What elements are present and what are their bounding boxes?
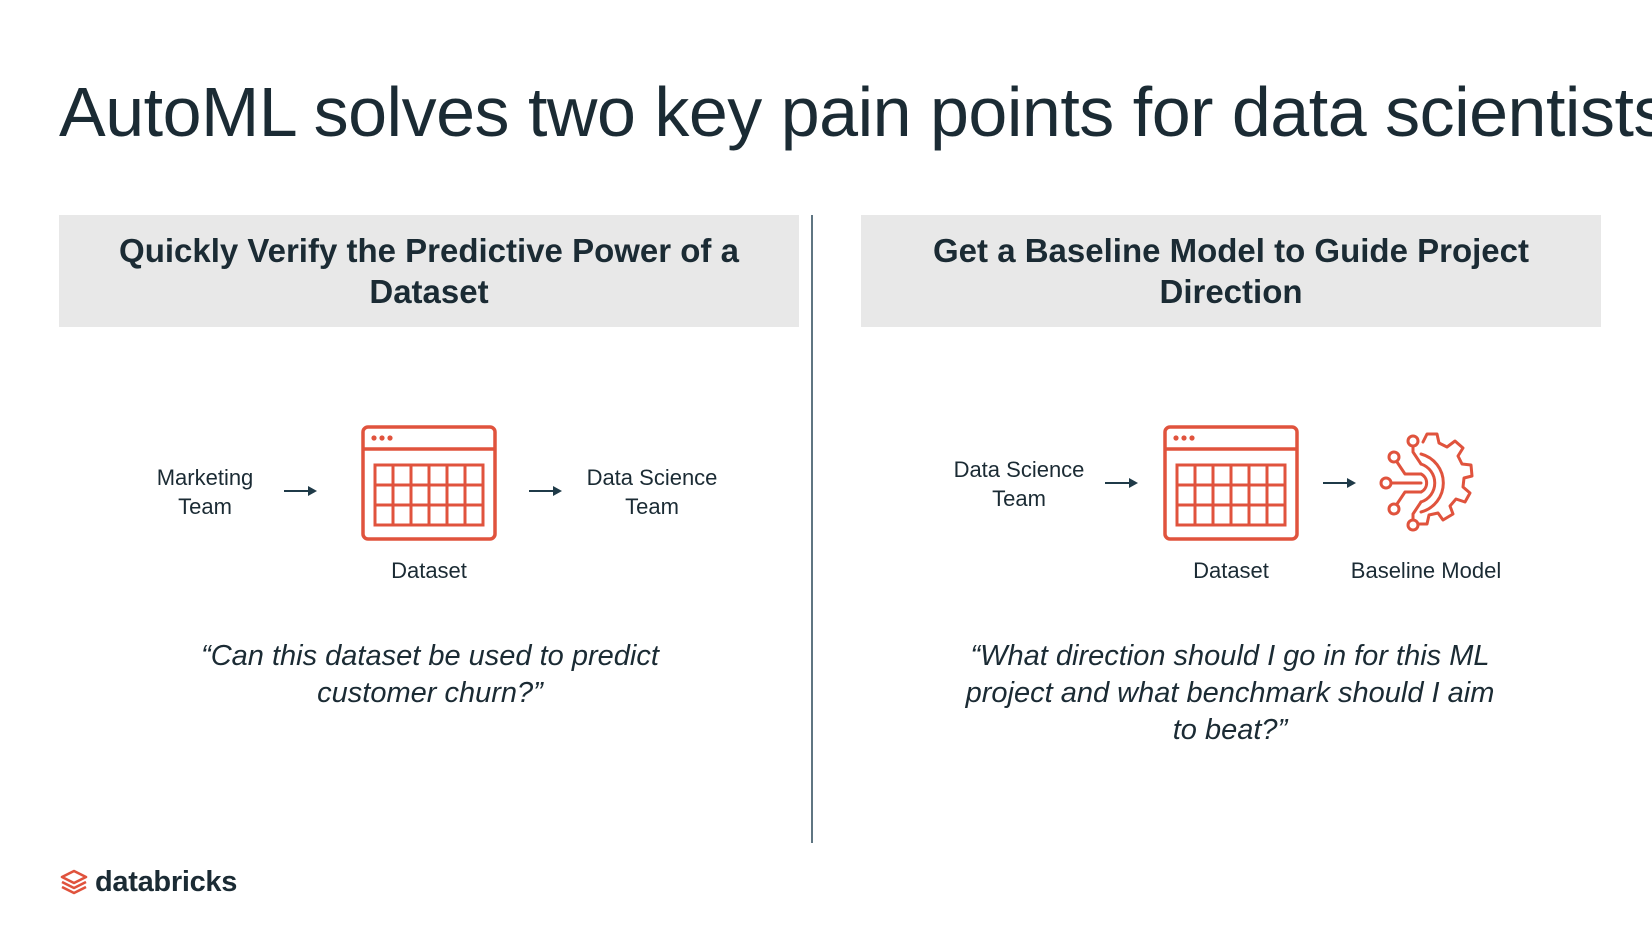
arrow-right-icon	[1105, 478, 1138, 488]
marketing-team-label: Marketing Team	[156, 465, 254, 519]
arrow-right-icon	[529, 486, 562, 496]
data-science-team-label: Data Science Team	[953, 457, 1085, 511]
data-science-team-label: Data Science Team	[586, 465, 718, 519]
left-section-header: Quickly Verify the Predictive Power of a…	[59, 215, 799, 327]
page-title: AutoML solves two key pain points for da…	[59, 73, 1652, 151]
databricks-logo: databricks	[59, 866, 237, 899]
section-divider	[811, 215, 813, 843]
dataset-table-icon	[361, 425, 497, 541]
arrow-right-icon	[1323, 478, 1356, 488]
left-quote: “Can this dataset be used to predict cus…	[201, 640, 659, 709]
right-section-header: Get a Baseline Model to Guide Project Di…	[861, 215, 1601, 327]
dataset-table-icon	[1163, 425, 1299, 541]
databricks-logo-icon	[60, 869, 88, 894]
baseline-model-label: Baseline Model	[1350, 558, 1502, 583]
databricks-logo-text: databricks	[95, 866, 238, 898]
baseline-model-gear-icon	[1379, 432, 1474, 532]
dataset-label: Dataset	[391, 558, 467, 583]
arrow-right-icon	[284, 486, 317, 496]
right-quote: “What direction should I go in for this …	[965, 640, 1495, 746]
dataset-label: Dataset	[1193, 558, 1269, 583]
